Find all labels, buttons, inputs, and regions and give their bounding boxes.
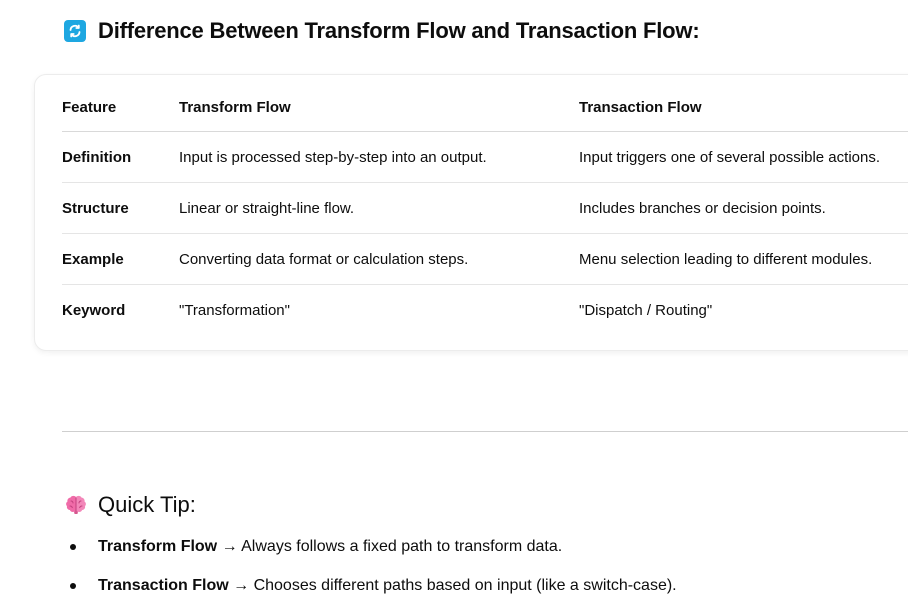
table-row: Example Converting data format or calcul… (62, 233, 908, 285)
comparison-table-card: Feature Transform Flow Transaction Flow … (34, 74, 908, 351)
bullet-dot (70, 544, 76, 550)
table-row: Structure Linear or straight-line flow. … (62, 182, 908, 234)
feature-cell: Keyword (62, 284, 179, 335)
column-header: Transaction Flow (579, 83, 908, 132)
bullet-dot (70, 583, 76, 589)
column-header: Transform Flow (179, 83, 579, 132)
arrows-cycle-icon (64, 20, 86, 42)
brain-icon (66, 495, 86, 514)
horizontal-divider (62, 431, 908, 432)
quick-tip-heading: Quick Tip: (64, 488, 196, 522)
list-item: Transform Flow → Always follows a fixed … (70, 532, 562, 562)
list-item-term: Transform Flow (98, 538, 218, 555)
table-row: Definition Input is processed step-by-st… (62, 131, 908, 183)
list-item-text: → Chooses different paths based on input… (228, 577, 677, 594)
table-cell: Includes branches or decision points. (579, 182, 908, 234)
list-item-text: → Always follows a fixed path to transfo… (217, 538, 563, 555)
feature-cell: Example (62, 233, 179, 285)
feature-cell: Structure (62, 182, 179, 234)
table-cell: "Dispatch / Routing" (579, 284, 908, 335)
table-header-row: Feature Transform Flow Transaction Flow (62, 83, 908, 132)
table-cell: "Transformation" (179, 284, 579, 335)
table-cell: Input triggers one of several possible a… (579, 131, 908, 183)
section-heading: Difference Between Transform Flow and Tr… (64, 14, 700, 48)
table-cell: Menu selection leading to different modu… (579, 233, 908, 285)
table-cell: Input is processed step-by-step into an … (179, 131, 579, 183)
feature-cell: Definition (62, 131, 179, 183)
table-cell: Linear or straight-line flow. (179, 182, 579, 234)
table-row: Keyword "Transformation" "Dispatch / Rou… (62, 284, 908, 335)
table-cell: Converting data format or calculation st… (179, 233, 579, 285)
column-header: Feature (62, 83, 179, 132)
comparison-table: Feature Transform Flow Transaction Flow … (62, 83, 908, 335)
list-item: Transaction Flow → Chooses different pat… (70, 571, 677, 601)
heading-text: Difference Between Transform Flow and Tr… (98, 18, 700, 43)
quick-tip-title: Quick Tip: (98, 492, 196, 517)
list-item-term: Transaction Flow (98, 577, 229, 594)
